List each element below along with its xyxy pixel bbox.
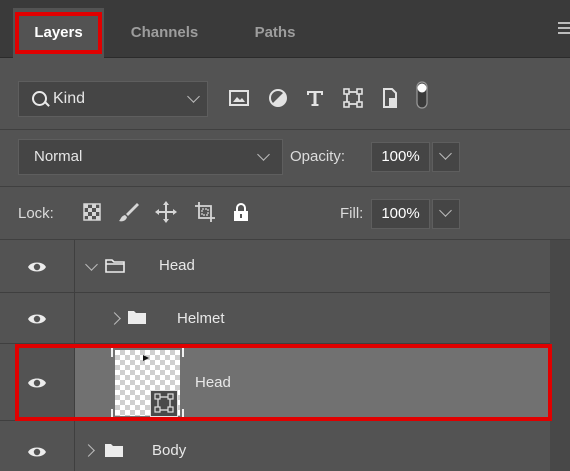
folder-icon — [128, 311, 146, 324]
layers-scrollbar[interactable] — [550, 240, 570, 471]
layers-panel: Layers Channels Paths Kind Normal Opacit… — [0, 0, 570, 471]
tab-channels[interactable]: Channels — [104, 8, 225, 58]
fill-input[interactable]: 100% — [371, 199, 430, 229]
chevron-down-icon — [439, 147, 452, 160]
filter-toggle-icon[interactable] — [412, 80, 432, 112]
chevron-right-icon[interactable] — [82, 444, 95, 457]
folder-icon — [105, 444, 123, 457]
layer-row-helmet-group[interactable]: Helmet — [0, 293, 550, 344]
lock-image-pixels-icon[interactable] — [117, 200, 141, 224]
tab-highlight-box — [15, 12, 102, 54]
layer-row-body-group[interactable]: Body — [0, 421, 550, 471]
lock-all-icon[interactable] — [229, 200, 253, 224]
lock-artboard-icon[interactable] — [193, 200, 217, 224]
fill-label: Fill: — [340, 205, 364, 222]
opacity-dropdown[interactable] — [432, 142, 460, 172]
search-icon — [32, 91, 47, 106]
layer-name: Head — [159, 257, 195, 274]
panel-menu-icon[interactable] — [558, 22, 570, 36]
adjustment-filter-icon[interactable] — [266, 86, 290, 110]
smart-object-filter-icon[interactable] — [378, 86, 402, 110]
eye-icon[interactable] — [27, 312, 47, 326]
chevron-down-icon — [187, 90, 200, 103]
eye-icon[interactable] — [27, 260, 47, 274]
visibility-cell — [0, 240, 75, 292]
visibility-cell — [0, 293, 75, 343]
shape-filter-icon[interactable] — [341, 86, 365, 110]
opacity-label: Opacity: — [290, 148, 346, 165]
lock-label: Lock: — [18, 205, 54, 222]
lock-position-icon[interactable] — [154, 200, 178, 224]
eye-icon[interactable] — [27, 445, 47, 459]
image-filter-icon[interactable] — [227, 86, 251, 110]
visibility-cell — [0, 421, 75, 471]
selected-layer-highlight-box — [15, 344, 552, 421]
chevron-down-icon[interactable] — [85, 258, 98, 271]
filter-kind-select[interactable]: Kind — [18, 81, 208, 117]
chevron-right-icon[interactable] — [108, 312, 121, 325]
layer-name: Body — [152, 442, 187, 459]
fill-dropdown[interactable] — [432, 199, 460, 229]
divider — [0, 129, 570, 130]
opacity-input[interactable]: 100% — [371, 142, 430, 172]
blend-mode-select[interactable]: Normal — [18, 139, 283, 175]
blend-mode-value: Normal — [34, 148, 83, 165]
folder-open-icon — [105, 259, 125, 273]
tab-paths[interactable]: Paths — [225, 8, 325, 58]
chevron-down-icon — [439, 204, 452, 217]
layer-row-head-group[interactable]: Head — [0, 240, 550, 293]
type-filter-icon[interactable] — [303, 86, 327, 110]
divider — [0, 186, 570, 187]
chevron-down-icon — [257, 148, 270, 161]
lock-transparent-pixels-icon[interactable] — [80, 200, 104, 224]
layer-name: Helmet — [177, 310, 225, 327]
filter-kind-label: Kind — [53, 90, 86, 107]
